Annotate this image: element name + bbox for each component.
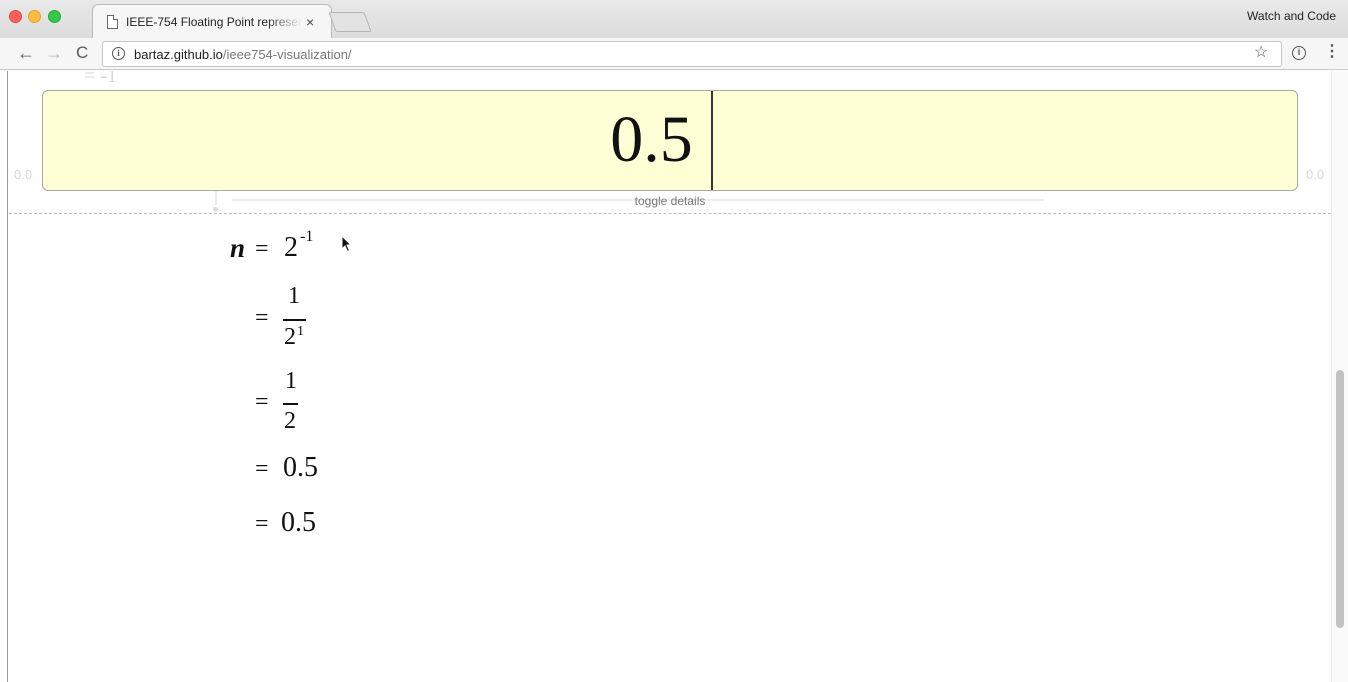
page-left-border — [7, 71, 8, 682]
page-content: = -1 0.0 0.0 0.5 toggle details n = 2 -1… — [0, 71, 1348, 682]
browser-toolbar: ← → C i bartaz.github.io/ieee754-visuali… — [0, 38, 1348, 70]
fraction-numerator: 1 — [288, 283, 300, 309]
faded-background-dot — [213, 207, 218, 212]
fraction-bar — [283, 403, 298, 405]
forward-arrow-icon[interactable]: → — [45, 42, 63, 64]
equals-sign: = — [255, 236, 269, 262]
site-info-icon[interactable]: i — [112, 47, 125, 60]
url-path: /ieee754-visualization/ — [222, 47, 352, 62]
equals-sign: = — [255, 389, 269, 415]
equals-sign: = — [255, 456, 269, 482]
faded-bit-value-right: 0.0 — [1306, 167, 1325, 182]
decimal-result: 0.5 — [283, 452, 318, 483]
mouse-pointer-icon — [341, 235, 353, 253]
scrollbar-thumb[interactable] — [1336, 370, 1344, 628]
address-bar[interactable]: i bartaz.github.io/ieee754-visualization… — [102, 41, 1282, 67]
final-result: 0.5 — [281, 507, 316, 538]
faded-background-formula: = -1 — [84, 71, 117, 87]
faded-background-tick — [215, 191, 217, 205]
reload-icon[interactable]: C — [76, 42, 88, 64]
power-exponent: -1 — [300, 228, 314, 245]
browser-tab-active[interactable]: IEEE-754 Floating Point representation × — [92, 4, 332, 38]
tab-close-icon[interactable]: × — [306, 14, 314, 30]
new-tab-button[interactable] — [328, 12, 372, 32]
equals-sign: = — [255, 305, 269, 331]
number-input-value[interactable]: 0.5 — [43, 91, 1297, 190]
url-text[interactable]: bartaz.github.io/ieee754-visualization/ — [134, 47, 352, 62]
url-host: bartaz.github.io — [134, 47, 223, 62]
minimize-window-button[interactable] — [28, 10, 41, 23]
window-titlebar: IEEE-754 Floating Point representation ×… — [0, 0, 1348, 38]
fraction-denominator: 2 — [284, 408, 296, 434]
bookmark-star-icon[interactable]: ☆ — [1254, 43, 1268, 63]
equals-sign: = — [255, 511, 269, 537]
close-window-button[interactable] — [9, 10, 22, 23]
tab-title: IEEE-754 Floating Point representation — [126, 15, 302, 29]
number-input-field[interactable]: 0.5 — [42, 90, 1298, 191]
fraction-denominator-exponent: 1 — [297, 324, 304, 339]
faded-bit-value-left: 0.0 — [14, 167, 33, 182]
fraction-denominator-base: 2 — [284, 324, 296, 350]
browser-menu-icon[interactable]: ⋮ — [1324, 42, 1340, 62]
back-arrow-icon[interactable]: ← — [17, 42, 35, 64]
power-base: 2 — [284, 232, 298, 263]
dashed-divider — [9, 213, 1331, 214]
page-favicon-icon — [107, 15, 118, 29]
toggle-details-link[interactable]: toggle details — [570, 194, 770, 208]
profile-name[interactable]: Watch and Code — [1247, 9, 1336, 23]
fraction-numerator: 1 — [285, 368, 297, 394]
fraction-bar — [283, 319, 306, 321]
text-caret — [711, 91, 713, 190]
maximize-window-button[interactable] — [48, 10, 61, 23]
formula-variable: n — [230, 233, 246, 263]
extension-icon[interactable]: i — [1292, 46, 1306, 60]
